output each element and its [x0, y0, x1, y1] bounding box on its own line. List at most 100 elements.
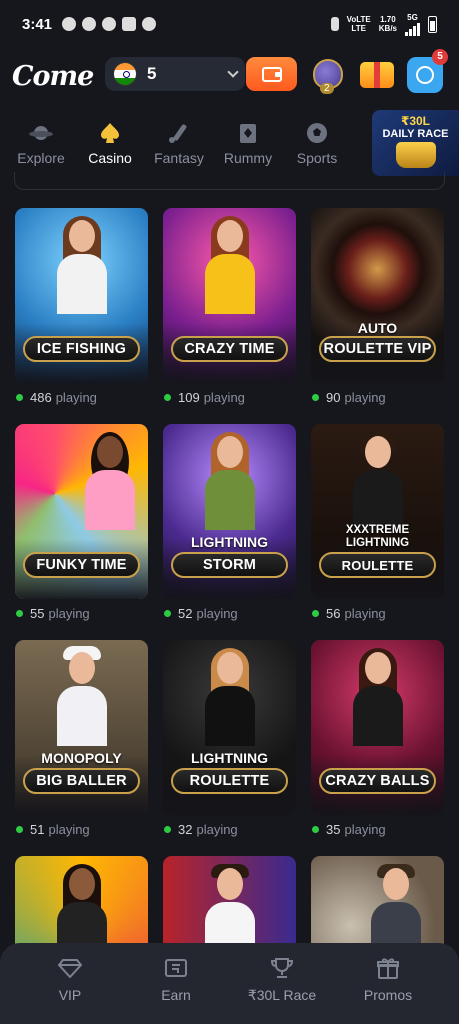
volte-label: VoLTE: [346, 15, 371, 24]
game-players-funky-time: 55 playing: [16, 606, 90, 621]
balance-selector[interactable]: 5: [105, 57, 245, 91]
status-time: 3:41: [22, 15, 53, 33]
pot-level-badge: 2: [320, 83, 334, 94]
football-icon: [305, 122, 329, 144]
planet-icon: [29, 122, 53, 144]
game-card-lightning-roulette[interactable]: LIGHTNING ROULETTE: [163, 640, 296, 815]
spade-icon: [98, 122, 122, 144]
speed-value: 1.70: [380, 15, 396, 24]
lte-label: LTE: [351, 24, 366, 33]
nav-race-label: ₹30L Race: [247, 987, 317, 1003]
game-title: STORM: [171, 552, 288, 578]
tab-rummy-label: Rummy: [223, 150, 273, 166]
game-title: CRAZY TIME: [171, 336, 288, 362]
online-dot-icon: [16, 610, 23, 617]
game-title: FUNKY TIME: [23, 552, 140, 578]
mail-icon: [122, 17, 137, 31]
notification-badge: 5: [432, 49, 448, 65]
nav-race[interactable]: ₹30L Race: [237, 957, 327, 1004]
game-players-ice-fishing: 486 playing: [16, 390, 97, 405]
nav-vip-label: VIP: [58, 987, 82, 1003]
daily-race-banner[interactable]: ₹30L DAILY RACE: [372, 110, 459, 176]
india-flag-icon: [113, 62, 137, 86]
pot-button[interactable]: 2: [309, 54, 347, 94]
game-title: ICE FISHING: [23, 336, 140, 362]
game-card-ice-fishing[interactable]: ICE FISHING: [15, 208, 148, 383]
signal-label: 5G: [407, 12, 418, 22]
game-card-xxxtreme-lightning-roulette[interactable]: XXXTREME LIGHTNING ROULETTE: [311, 424, 444, 599]
game-title: CRAZY BALLS: [319, 768, 436, 794]
game-title: ROULETTE: [171, 768, 288, 794]
speed-unit: KB/s: [378, 24, 397, 33]
game-card-crazy-time[interactable]: CRAZY TIME: [163, 208, 296, 383]
game-card-funky-time[interactable]: FUNKY TIME: [15, 424, 148, 599]
game-title-top: LIGHTNING: [191, 534, 268, 550]
tab-rummy[interactable]: Rummy: [220, 122, 276, 166]
game-players-monopoly-big-baller: 51 playing: [16, 822, 90, 837]
signal-indicator: 5G: [405, 13, 420, 36]
earn-icon: [164, 957, 188, 979]
game-players-lightning-roulette: 32 playing: [164, 822, 238, 837]
gift-icon: [376, 957, 400, 979]
race-label: DAILY RACE: [382, 128, 449, 140]
game-players-crazy-balls: 35 playing: [312, 822, 386, 837]
tab-explore[interactable]: Explore: [14, 122, 68, 166]
person-icon: [62, 17, 77, 31]
wallet-button[interactable]: [246, 57, 297, 91]
cards-icon: [236, 122, 260, 144]
tab-fantasy-label: Fantasy: [154, 150, 204, 166]
support-chat-button[interactable]: 5: [407, 49, 448, 93]
app-icon: [102, 17, 117, 31]
scrolled-panel-edge: [14, 172, 445, 190]
nav-vip[interactable]: VIP: [25, 957, 115, 1003]
game-card-crazy-balls[interactable]: CRAZY BALLS: [311, 640, 444, 815]
signal-icon: [405, 22, 420, 36]
chevron-down-icon: [227, 65, 239, 78]
online-dot-icon: [312, 826, 319, 833]
game-card-lightning-storm[interactable]: LIGHTNING STORM: [163, 424, 296, 599]
cricket-icon: [167, 122, 191, 144]
online-dot-icon: [16, 394, 23, 401]
trophy-icon: [270, 957, 294, 979]
game-card-monopoly-big-baller[interactable]: MONOPOLY BIG BALLER: [15, 640, 148, 815]
tab-sports[interactable]: Sports: [294, 122, 340, 166]
game-title: BIG BALLER: [23, 768, 140, 794]
diamond-icon: [58, 957, 82, 979]
chatgpt-icon: [142, 17, 157, 31]
vibrate-icon: [330, 17, 339, 31]
game-players-crazy-time: 109 playing: [164, 390, 245, 405]
online-dot-icon: [164, 394, 171, 401]
facebook-icon: [82, 17, 97, 31]
game-title: ROULETTE: [319, 552, 436, 578]
tab-fantasy[interactable]: Fantasy: [152, 122, 206, 166]
game-title-top: AUTO: [357, 320, 398, 336]
bottom-nav: VIP Earn ₹30L Race Promos: [0, 943, 459, 1024]
online-dot-icon: [164, 610, 171, 617]
volte-indicator: VoLTE LTE: [347, 15, 371, 33]
nav-promos[interactable]: Promos: [343, 957, 433, 1003]
online-dot-icon: [312, 610, 319, 617]
status-bar: 3:41 VoLTE LTE 1.70 KB/s 5G: [0, 0, 459, 48]
tab-explore-label: Explore: [17, 150, 65, 166]
notification-icons: [62, 17, 157, 31]
app-logo[interactable]: Come: [12, 61, 94, 92]
battery-icon: [428, 15, 437, 33]
speed-indicator: 1.70 KB/s: [379, 15, 397, 33]
game-players-auto-roulette-vip: 90 playing: [312, 390, 386, 405]
nav-earn[interactable]: Earn: [131, 957, 221, 1003]
rewards-button[interactable]: [358, 54, 396, 94]
game-title-top: MONOPOLY: [41, 750, 122, 766]
race-trophy-icon: [395, 142, 436, 168]
online-dot-icon: [312, 394, 319, 401]
game-players-xxxtreme-lightning-roulette: 56 playing: [312, 606, 386, 621]
top-bar: Come 5 2 5: [0, 48, 459, 104]
tab-casino-label: Casino: [88, 150, 132, 166]
nav-promos-label: Promos: [363, 987, 413, 1003]
race-amount: ₹30L: [400, 114, 431, 128]
gift-box-icon: [360, 62, 394, 88]
balance-amount: 5: [147, 64, 157, 83]
tab-casino[interactable]: Casino: [86, 122, 134, 166]
nav-earn-label: Earn: [161, 987, 191, 1003]
game-card-auto-roulette-vip[interactable]: AUTO ROULETTE VIP: [311, 208, 444, 383]
game-title: ROULETTE VIP: [319, 336, 436, 362]
